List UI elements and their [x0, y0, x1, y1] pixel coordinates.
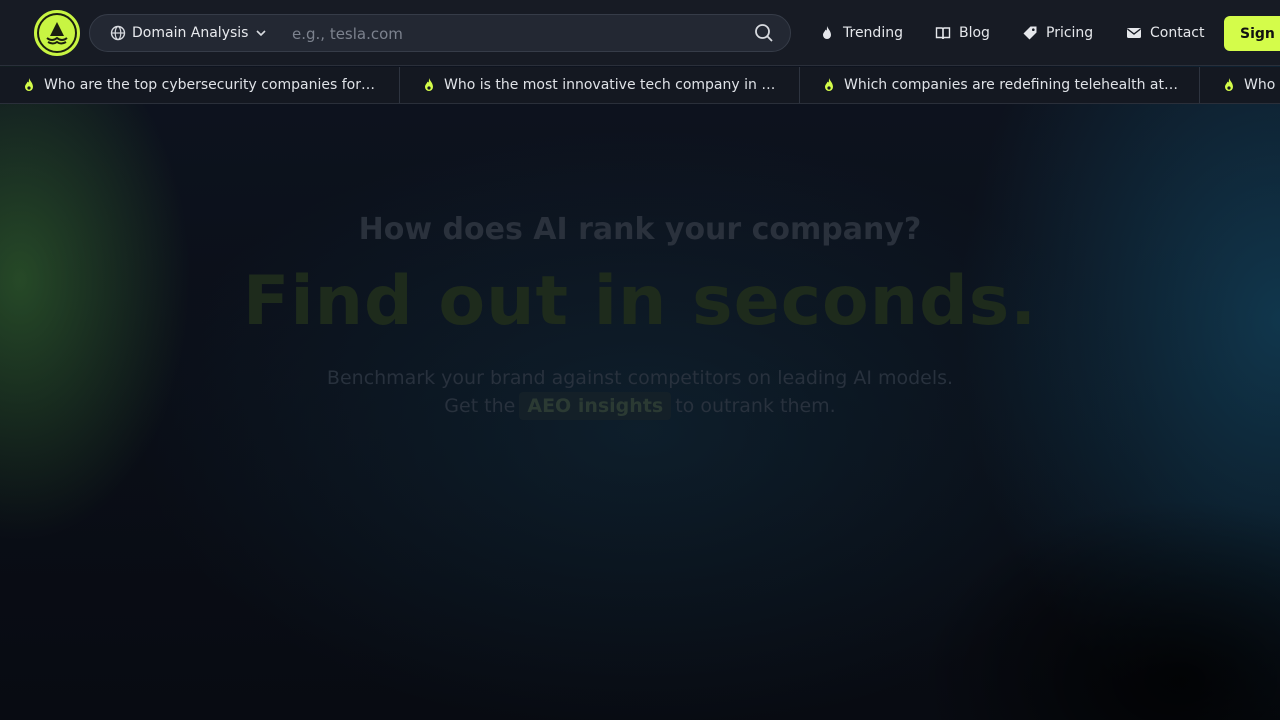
sailboat-logo-icon[interactable] — [34, 10, 80, 56]
ticker-item-text: Who are the top cybersecurity companies … — [44, 77, 375, 93]
hero-headline: Find out in seconds. — [242, 262, 1038, 341]
envelope-icon — [1126, 25, 1142, 41]
chevron-down-icon — [254, 26, 268, 40]
ticker-item-text: Who — [1244, 77, 1276, 93]
flame-icon — [422, 77, 436, 93]
search-icon[interactable] — [754, 23, 774, 43]
domain-search-bar: Domain Analysis — [89, 14, 791, 53]
hero-subtitle: Benchmark your brand against competitors… — [0, 364, 1280, 420]
nav-link-label: Blog — [959, 25, 990, 41]
hero-subtitle-line1: Benchmark your brand against competitors… — [326, 367, 954, 389]
nav-link-label: Trending — [843, 25, 903, 41]
flame-icon — [819, 25, 835, 41]
ticker-item-text: Which companies are redefining telehealt… — [844, 77, 1178, 93]
nav-link-pricing[interactable]: Pricing — [1022, 22, 1093, 44]
hero-subtitle-line2: Get the AEO insights to outrank them. — [0, 392, 1280, 420]
top-nav: Domain Analysis Trending — [0, 0, 1280, 66]
nav-link-trending[interactable]: Trending — [819, 22, 903, 44]
globe-icon — [110, 25, 126, 41]
ticker-item[interactable]: Who are the top cybersecurity companies … — [0, 67, 400, 103]
hero-subtitle-pre: Get the — [444, 395, 516, 417]
analysis-mode-select[interactable]: Domain Analysis — [110, 15, 268, 51]
analysis-mode-label: Domain Analysis — [132, 25, 249, 41]
nav-link-blog[interactable]: Blog — [935, 22, 990, 44]
nav-link-contact[interactable]: Contact — [1126, 22, 1204, 44]
ticker-item-text: Who is the most innovative tech company … — [444, 77, 776, 93]
background-shadow — [920, 460, 1280, 720]
ticker-item[interactable]: Who — [1200, 67, 1280, 103]
trending-questions-ticker: Who are the top cybersecurity companies … — [0, 67, 1280, 104]
hero-question: How does AI rank your company? — [358, 212, 922, 247]
aeo-insights-highlight: AEO insights — [519, 392, 672, 420]
flame-icon — [22, 77, 36, 93]
tag-icon — [1022, 25, 1038, 41]
nav-link-label: Contact — [1150, 25, 1205, 41]
domain-search-input[interactable] — [290, 15, 744, 53]
sign-in-button[interactable]: Sign In — [1224, 16, 1280, 51]
hero-subtitle-post: to outrank them. — [675, 395, 836, 417]
book-icon — [935, 25, 951, 41]
nav-link-label: Pricing — [1046, 25, 1094, 41]
flame-icon — [822, 77, 836, 93]
ticker-item[interactable]: Who is the most innovative tech company … — [400, 67, 800, 103]
ticker-item[interactable]: Which companies are redefining telehealt… — [800, 67, 1200, 103]
background-glow — [0, 0, 1280, 720]
flame-icon — [1222, 77, 1236, 93]
